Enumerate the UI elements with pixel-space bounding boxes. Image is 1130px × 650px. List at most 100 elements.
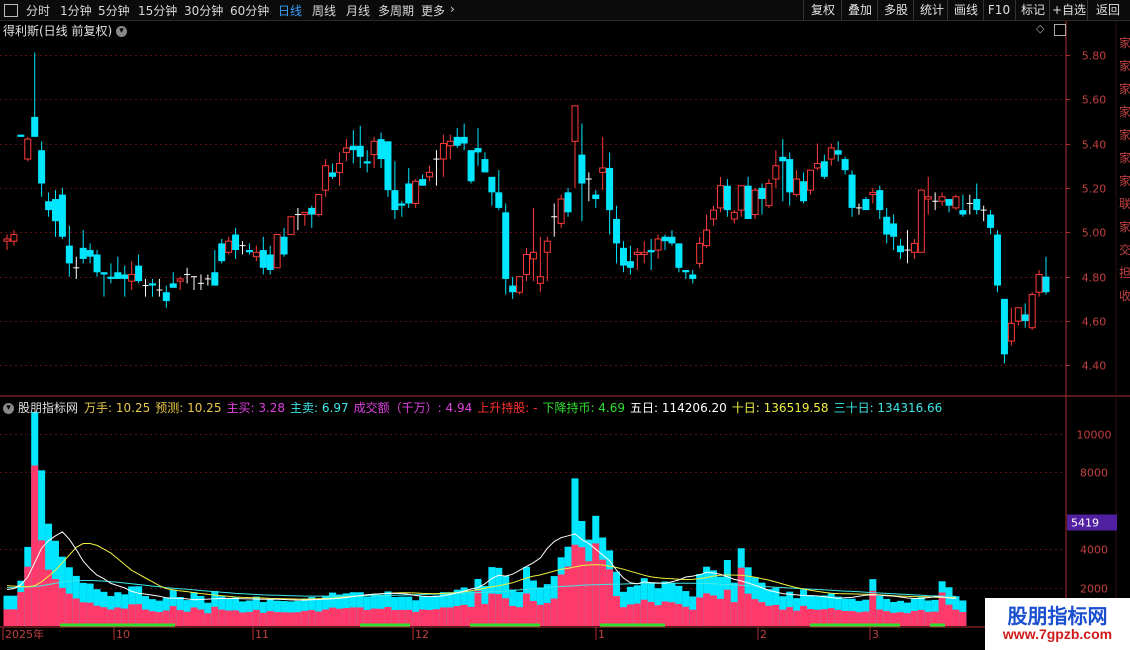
- candle-body: [994, 234, 1002, 286]
- candle-body: [529, 251, 537, 260]
- volume-bar-buy-part: [128, 604, 136, 626]
- indicator-item-5: 上升持股: -: [477, 401, 537, 415]
- volume-bar-buy-part: [31, 465, 39, 626]
- volume-bar-buy-part: [335, 608, 343, 626]
- volume-bar-buy-part: [218, 609, 226, 626]
- candle-body: [619, 247, 627, 266]
- candle-body: [640, 251, 648, 255]
- indicator-label: 主卖:: [290, 401, 319, 415]
- timeframe-tab-2[interactable]: 5分钟: [98, 2, 130, 19]
- stock-chart[interactable]: 5.80 5.60 5.40 5.20 5.00 4.80 4.60 4.40 10000 800…: [0, 21, 1130, 650]
- candle-body: [488, 176, 496, 193]
- toolbar-button-4[interactable]: 画线: [947, 0, 984, 20]
- candle-body: [834, 150, 842, 155]
- diamond-icon[interactable]: ◇: [1036, 22, 1044, 35]
- toolbar-button-3[interactable]: 统计: [913, 0, 950, 20]
- candle-body: [813, 163, 821, 169]
- candle-body: [910, 242, 918, 253]
- candle-body: [827, 147, 835, 160]
- candle-body: [1000, 298, 1008, 355]
- timeframe-tab-3[interactable]: 15分钟: [138, 2, 177, 19]
- toolbar-button-5[interactable]: F10: [983, 0, 1014, 20]
- candle-body: [675, 243, 683, 268]
- panel-toggle-icon[interactable]: [1054, 24, 1066, 36]
- toolbar-button-0[interactable]: 复权: [803, 0, 842, 20]
- candle-body: [412, 180, 420, 204]
- candle-body: [1028, 293, 1036, 329]
- toolbar-button-6[interactable]: 标记: [1015, 0, 1050, 20]
- chevron-right-icon[interactable]: ›: [450, 2, 455, 16]
- dropdown-circle-icon[interactable]: ▾: [116, 26, 128, 37]
- volume-bar-buy-part: [280, 612, 288, 626]
- volume-tick-label: 4000: [1080, 544, 1108, 557]
- volume-bar-buy-part: [910, 611, 918, 626]
- side-strip-text: 家: [1119, 81, 1130, 96]
- date-axis-label: 1: [598, 628, 605, 641]
- volume-bar-buy-part: [467, 606, 475, 626]
- volume-bar-buy-part: [959, 611, 967, 626]
- candle-body: [100, 272, 108, 275]
- candle-body: [148, 283, 156, 286]
- candle-body: [467, 150, 475, 182]
- toolbar-button-7[interactable]: +自选: [1049, 0, 1088, 20]
- timeframe-tab-5[interactable]: 60分钟: [230, 2, 269, 19]
- candle-body: [564, 192, 572, 213]
- volume-bar-buy-part: [536, 604, 544, 626]
- candle-body: [592, 194, 600, 200]
- volume-bar-buy-part: [599, 559, 607, 626]
- timeframe-tab-4[interactable]: 30分钟: [184, 2, 223, 19]
- volume-bar-buy-part: [322, 609, 330, 626]
- volume-bar-buy-part: [446, 607, 454, 626]
- volume-tick-label: 8000: [1080, 467, 1108, 480]
- candle-body: [266, 254, 274, 271]
- price-tick-label: 5.60: [1082, 94, 1107, 107]
- candle-body: [419, 179, 427, 186]
- volume-bar-buy-part: [197, 609, 205, 626]
- volume-bar-buy-part: [301, 610, 309, 626]
- timeframe-tab-10[interactable]: 更多: [421, 2, 445, 19]
- toolbar-button-2[interactable]: 多股: [877, 0, 914, 20]
- volume-bar-buy-part: [204, 613, 212, 626]
- candle-body: [543, 240, 551, 253]
- indicator-value: 10.25: [112, 401, 151, 415]
- volume-bar-buy-part: [329, 607, 337, 626]
- timeframe-tab-8[interactable]: 月线: [346, 2, 370, 19]
- candle-body: [938, 196, 946, 202]
- candle-body: [349, 145, 357, 151]
- candle-body: [779, 156, 787, 162]
- candle-body: [301, 211, 309, 216]
- indicator-value: 136519.58: [759, 401, 829, 415]
- timeframe-tab-9[interactable]: 多周期: [378, 2, 414, 19]
- timeframe-tab-1[interactable]: 1分钟: [60, 2, 92, 19]
- indicator-item-9: 三十日: 134316.66: [834, 401, 943, 415]
- candle-body: [169, 283, 177, 288]
- toolbar-button-8[interactable]: 返回: [1087, 0, 1128, 20]
- side-strip-text: 家: [1119, 58, 1130, 73]
- timeframe-tab-6[interactable]: 日线: [278, 2, 302, 19]
- volume-bar-buy-part: [543, 602, 551, 626]
- price-tick-label: 4.60: [1082, 316, 1107, 329]
- timeframe-tab-0[interactable]: 分时: [26, 2, 50, 19]
- candle-body: [710, 209, 718, 220]
- volume-bar-buy-part: [682, 606, 690, 626]
- volume-bar-buy-part: [529, 600, 537, 626]
- dropdown-circle-icon[interactable]: ▾: [3, 403, 14, 414]
- candle-body: [917, 189, 925, 253]
- candle-body: [370, 140, 378, 156]
- candle-body: [24, 138, 32, 160]
- candle-body: [647, 250, 655, 253]
- candle-body: [162, 292, 170, 302]
- timeframe-tab-7[interactable]: 周线: [312, 2, 336, 19]
- candle-body: [65, 245, 73, 264]
- volume-bar-buy-part: [114, 607, 122, 626]
- candle-body: [211, 272, 219, 286]
- volume-bar-buy-part: [585, 561, 593, 626]
- toolbar-button-1[interactable]: 叠加: [841, 0, 878, 20]
- side-strip-text: 家: [1119, 35, 1130, 50]
- volume-bar-buy-part: [516, 607, 524, 626]
- candle-body: [765, 182, 773, 207]
- menu-icon[interactable]: [4, 4, 18, 17]
- volume-bar-buy-part: [502, 598, 510, 626]
- side-strip-text: 家: [1119, 173, 1130, 188]
- volume-bar-buy-part: [509, 605, 517, 626]
